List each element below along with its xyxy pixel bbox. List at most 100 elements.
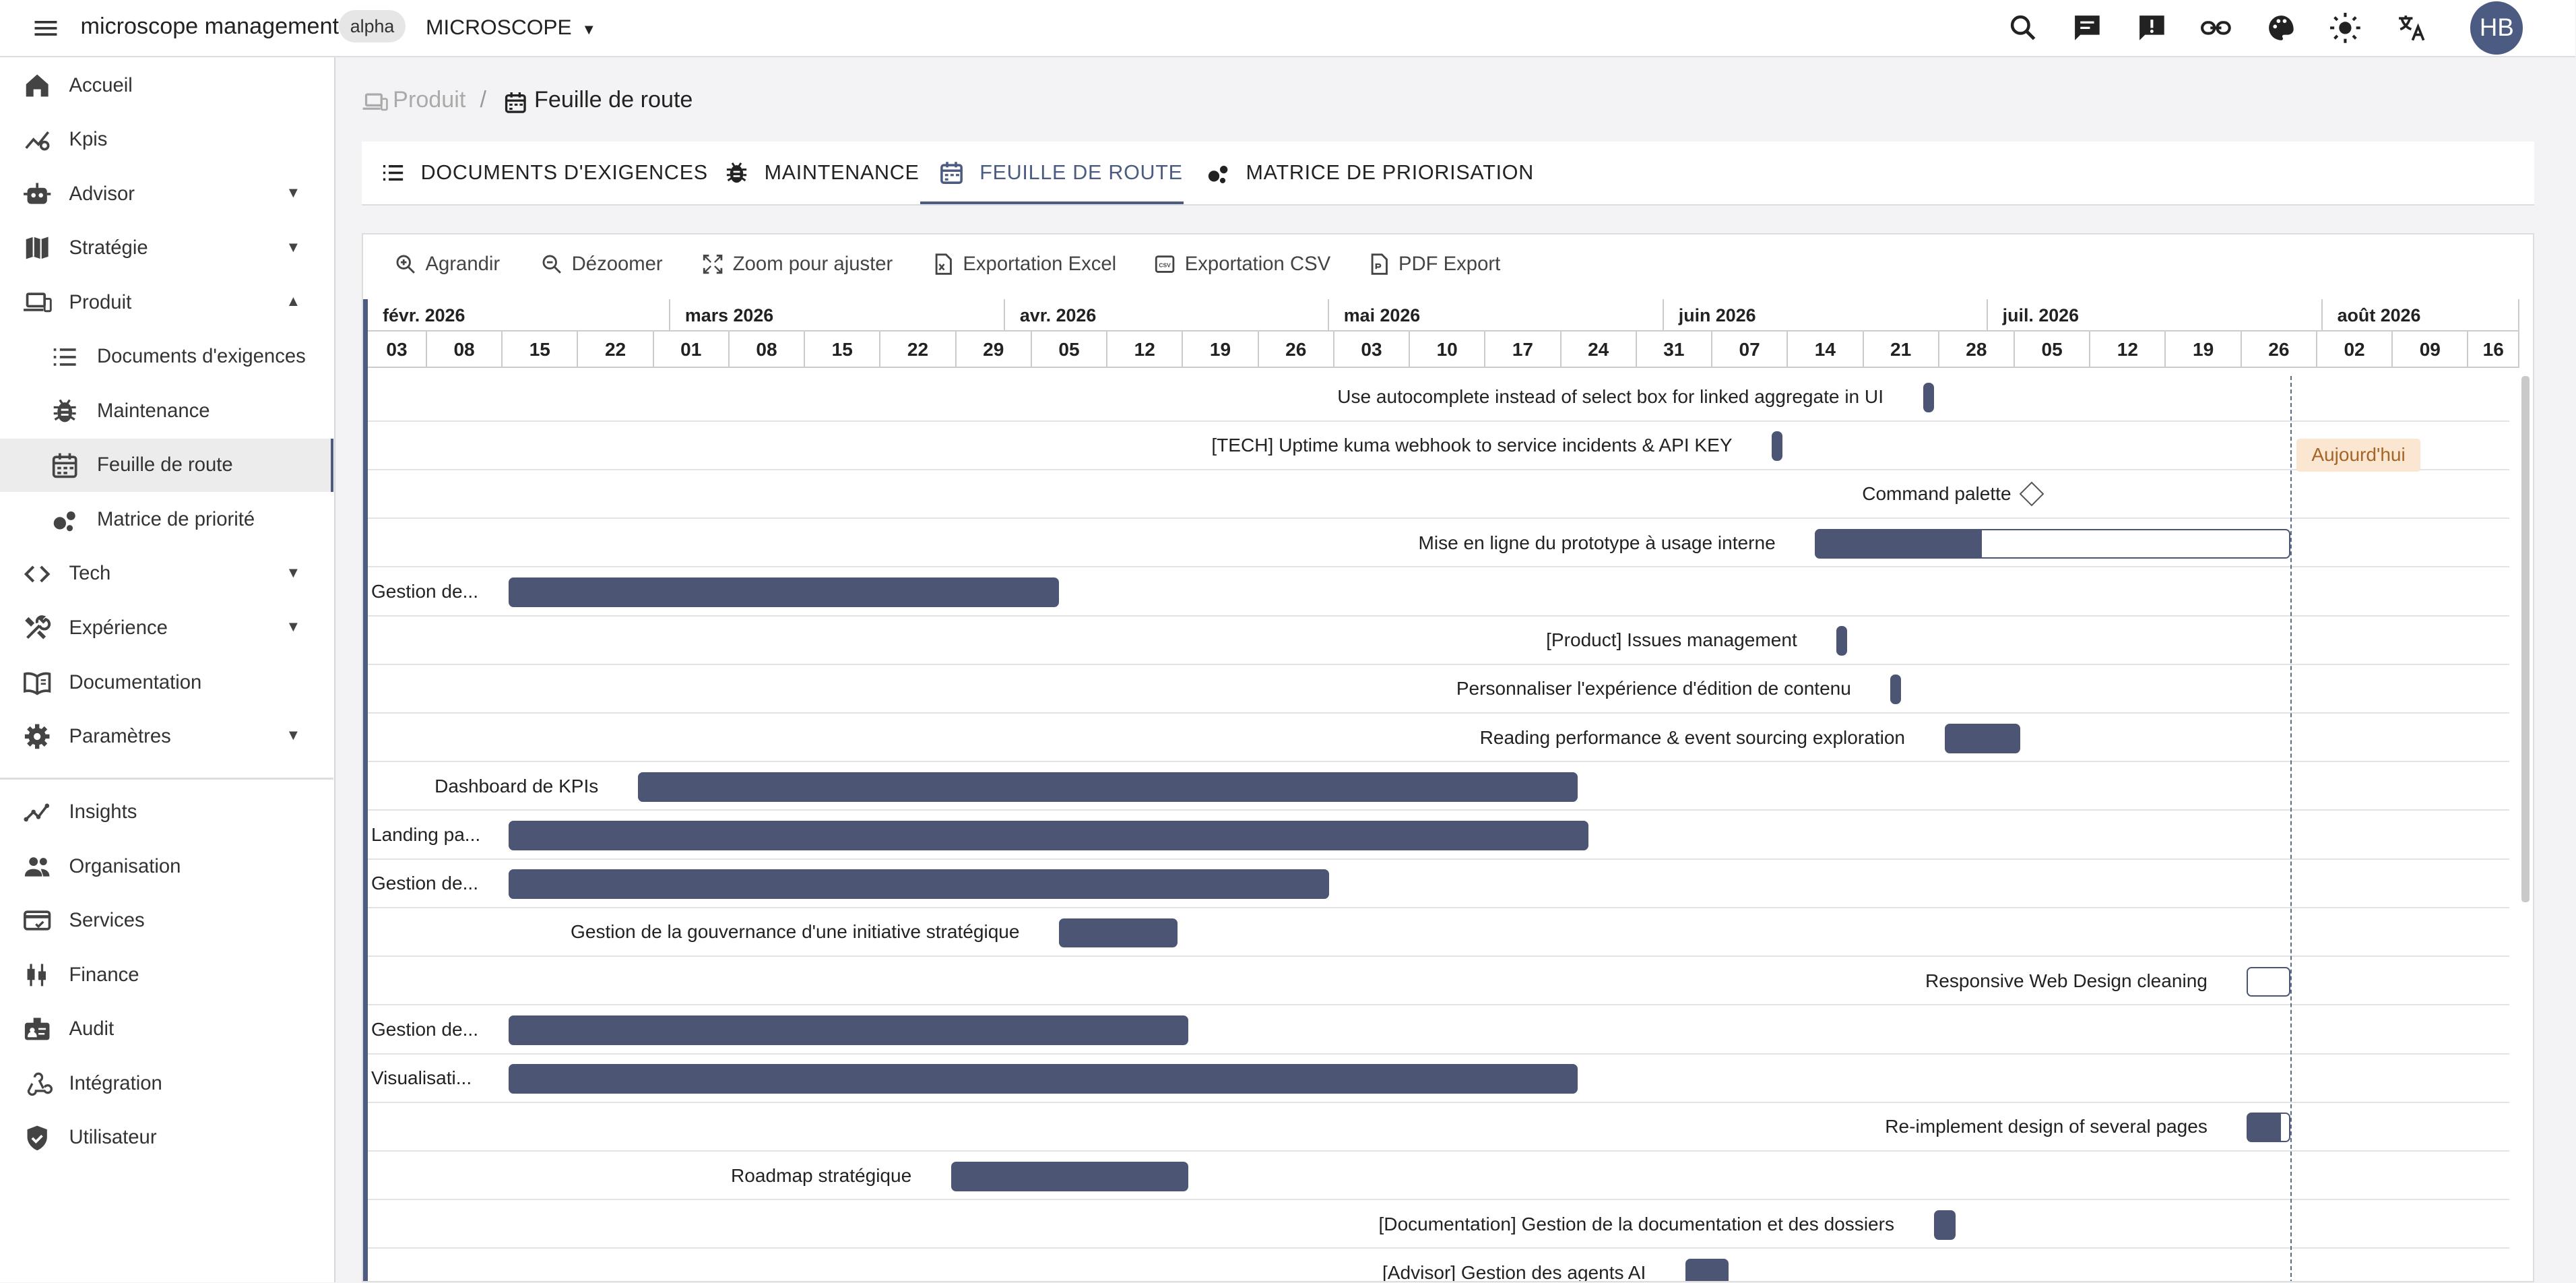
link-icon[interactable] [2199,11,2232,44]
task-bar[interactable] [2247,1113,2290,1143]
chevron-down-icon: ▼ [286,184,301,201]
task-bar[interactable] [1836,626,1848,656]
task-row[interactable]: Landing pa... [368,811,2510,860]
sidebar-item-utilisateur[interactable]: Utilisateur [0,1111,333,1164]
task-bar[interactable] [1685,1259,1729,1282]
week-label: 19 [1183,332,1259,369]
sidebar-item-integration[interactable]: Intégration [0,1057,333,1110]
task-bar[interactable] [1933,1210,1956,1240]
tab-feuille-de-route[interactable]: FEUILLE DE ROUTE [920,142,1184,204]
sidebar-item-services[interactable]: Services [0,894,333,947]
task-row[interactable]: Gestion de... [368,567,2510,617]
task-bar[interactable] [1890,675,1902,705]
task-bar[interactable] [508,869,1329,900]
chevron-down-icon: ▼ [286,238,301,255]
calendar-icon [940,161,963,184]
sidebar-item-audit[interactable]: Audit [0,1003,333,1055]
task-label: Gestion de... [371,873,479,894]
menu-icon[interactable] [31,13,61,43]
task-bar[interactable] [637,772,1578,802]
task-bar[interactable] [508,1015,1189,1045]
task-row[interactable]: Responsive Web Design cleaning [368,957,2510,1006]
sidebar-item-tech[interactable]: Tech ▼ [0,548,333,600]
task-bar[interactable] [951,1161,1189,1191]
app-bar: microscope management alpha MICROSCOPE ▼ … [0,0,2576,58]
month-label: juin 2026 [1663,299,1988,332]
task-row[interactable]: [Advisor] Gestion des agents AI [368,1249,2509,1282]
task-label: Roadmap stratégique [731,1164,912,1186]
task-row[interactable]: [TECH] Uptime kuma webhook to service in… [368,422,2510,470]
sidebar-item-kpis[interactable]: Kpis [0,113,333,166]
task-row[interactable]: Gestion de... [368,1005,2510,1055]
sidebar-item-insights[interactable]: Insights [0,786,333,838]
task-bar[interactable] [508,577,1060,607]
search-icon[interactable] [2007,11,2040,44]
zoom-to-fit-label: Zoom pour ajuster [732,253,893,276]
splitter-handle[interactable] [362,299,368,1282]
milestone-diamond[interactable] [2019,481,2044,507]
task-row[interactable]: Roadmap stratégique [368,1152,2510,1201]
task-row[interactable]: Gestion de... [368,860,2510,908]
workspace-select[interactable]: MICROSCOPE ▼ [426,15,596,40]
translate-icon[interactable] [2395,11,2428,44]
chat-icon[interactable] [2071,11,2104,44]
sidebar-item-feuille-de-route[interactable]: Feuille de route [0,439,334,492]
tab-matrice-priorisation[interactable]: MATRICE DE PRIORISATION [1187,142,1541,204]
task-bar[interactable] [1944,723,2020,753]
feedback-icon[interactable] [2135,11,2168,44]
task-row[interactable]: Gestion de la gouvernance d'une initiati… [368,908,2510,958]
month-label: févr. 2026 [368,299,670,332]
sidebar-item-label: Feuille de route [96,453,233,476]
tab-documents-exigences[interactable]: DOCUMENTS D'EXIGENCES [362,142,707,204]
breadcrumb-parent[interactable]: Produit [393,87,465,113]
sidebar-item-organisation[interactable]: Organisation [0,840,333,893]
task-row[interactable]: Dashboard de KPIs [368,762,2510,811]
sidebar-item-label: Matrice de priorité [96,507,255,530]
task-bar[interactable] [2247,966,2290,997]
task-bar[interactable] [1772,431,1783,462]
sidebar-item-parametres[interactable]: Paramètres ▼ [0,710,333,763]
task-bar[interactable] [1923,383,1934,412]
sidebar-item-experience[interactable]: Expérience ▼ [0,602,333,654]
task-row[interactable]: [Documentation] Gestion de la documentat… [368,1200,2510,1249]
week-label: 28 [1939,332,2015,369]
task-row[interactable]: Reading performance & event sourcing exp… [368,714,2510,763]
task-label: Gestion de... [371,580,479,602]
task-row[interactable]: Use autocomplete instead of select box f… [368,373,2510,422]
brightness-icon[interactable] [2329,11,2362,44]
week-label: 08 [729,332,806,369]
sidebar-item-finance[interactable]: Finance [0,949,333,1001]
week-label: 03 [1334,332,1411,369]
zoom-out-label: Dézoomer [571,253,663,276]
tab-label: MATRICE DE PRIORISATION [1246,161,1534,185]
palette-icon[interactable] [2265,11,2298,44]
sidebar-item-strategie[interactable]: Stratégie ▼ [0,222,333,274]
timeline-scale: févr. 2026 mars 2026 avr. 2026 mai 2026 juin… [368,299,2520,369]
task-row[interactable]: [Product] Issues management [368,617,2510,665]
avatar[interactable]: HB [2470,1,2523,55]
week-label: 17 [1485,332,1561,369]
task-bar[interactable] [508,1064,1578,1094]
sidebar-item-maintenance[interactable]: Maintenance [0,385,333,437]
task-row[interactable]: Command palette [368,470,2510,520]
week-label: 22 [880,332,957,369]
task-row[interactable]: Re-implement design of several pages [368,1103,2510,1152]
tab-maintenance[interactable]: MAINTENANCE [705,142,919,204]
week-label: 26 [1258,332,1334,369]
task-row[interactable]: Visualisati... [368,1055,2510,1103]
task-bar[interactable] [1815,528,2290,559]
task-row[interactable]: Mise en ligne du prototype à usage inter… [368,519,2510,568]
sidebar-item-documents-exigences[interactable]: Documents d'exigences [0,330,333,383]
task-bar[interactable] [1059,918,1178,948]
sidebar-item-produit[interactable]: Produit ▲ [0,276,333,329]
sidebar-item-advisor[interactable]: Advisor ▼ [0,168,333,220]
week-label: 12 [1107,332,1184,369]
task-bar[interactable] [508,821,1588,850]
sidebar-item-matrice-priorite[interactable]: Matrice de priorité [0,493,333,546]
vertical-scrollbar[interactable] [2521,376,2530,903]
sidebar-item-label: Documents d'exigences [96,345,306,368]
sidebar-item-accueil[interactable]: Accueil [0,59,333,112]
week-label: 08 [426,332,503,369]
task-row[interactable]: Personnaliser l'expérience d'édition de … [368,665,2510,714]
sidebar-item-documentation[interactable]: Documentation [0,656,333,709]
